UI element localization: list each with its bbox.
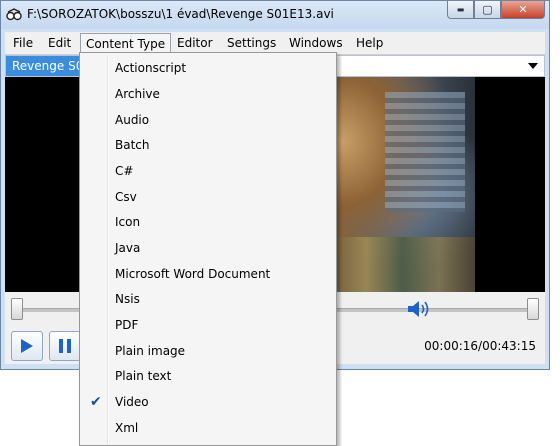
play-icon — [21, 339, 33, 353]
close-button[interactable]: ✕ — [501, 1, 545, 19]
menu-item-label: Actionscript — [115, 61, 187, 75]
menu-item-label: Plain image — [115, 344, 186, 358]
menu-item-label: Nsis — [115, 292, 140, 306]
menu-item-java[interactable]: Java — [82, 237, 334, 261]
minimize-icon: ▬ — [456, 5, 465, 14]
menu-item-plain-text[interactable]: Plain text — [82, 365, 334, 389]
menu-item-nsis[interactable]: Nsis — [82, 288, 334, 312]
minimize-button[interactable]: ▬ — [447, 1, 474, 19]
play-button[interactable] — [11, 331, 43, 361]
menu-content-type[interactable]: Content Type — [80, 33, 172, 53]
pause-button[interactable] — [49, 331, 81, 361]
menu-item-label: Plain text — [115, 369, 172, 383]
shelf-image — [330, 237, 475, 292]
menu-item-label: Java — [115, 241, 141, 255]
menu-settings[interactable]: Settings — [222, 34, 281, 52]
menu-item-label: Archive — [115, 87, 160, 101]
window-blinds-image — [385, 92, 465, 212]
pause-icon — [59, 339, 71, 353]
menu-item-label: Video — [115, 395, 149, 409]
menu-item-icon[interactable]: Icon — [82, 211, 334, 235]
app-icon — [6, 8, 22, 21]
title-bar[interactable]: F:\SOROZATOK\bosszu\1 évad\Revenge S01E1… — [1, 1, 549, 29]
menu-item-xml[interactable]: Xml — [82, 417, 334, 441]
menu-item-plain-image[interactable]: Plain image — [82, 340, 334, 364]
menu-windows[interactable]: Windows — [284, 34, 348, 52]
maximize-button[interactable]: ▢ — [474, 1, 501, 19]
maximize-icon: ▢ — [482, 3, 493, 16]
window-controls: ▬ ▢ ✕ — [447, 1, 545, 23]
menu-item-word-document[interactable]: Microsoft Word Document — [82, 263, 334, 287]
menu-edit[interactable]: Edit — [43, 34, 76, 52]
menu-item-label: Batch — [115, 138, 150, 152]
seek-end-handle[interactable] — [527, 298, 539, 320]
menu-item-archive[interactable]: Archive — [82, 83, 334, 107]
menu-item-pdf[interactable]: PDF — [82, 314, 334, 338]
menu-item-audio[interactable]: Audio — [82, 109, 334, 133]
chevron-down-icon[interactable] — [528, 63, 538, 69]
menu-item-label: PDF — [115, 318, 139, 332]
menu-item-label: Audio — [115, 113, 150, 127]
menu-item-label: Icon — [115, 215, 141, 229]
close-icon: ✕ — [518, 3, 528, 16]
time-readout: 00:00:16/00:43:15 — [424, 339, 536, 353]
menu-item-csv[interactable]: Csv — [82, 186, 334, 210]
menu-item-label: Csv — [115, 190, 137, 204]
menu-item-video[interactable]: ✔ Video — [82, 391, 334, 415]
speaker-icon[interactable] — [407, 300, 433, 318]
content-type-menu: Actionscript Archive Audio Batch C# Csv … — [79, 52, 337, 446]
checkmark-icon: ✔ — [90, 394, 102, 410]
menu-editor[interactable]: Editor — [172, 34, 218, 52]
menu-help[interactable]: Help — [351, 34, 388, 52]
menu-file[interactable]: File — [8, 34, 38, 52]
seek-handle[interactable] — [11, 298, 23, 320]
menu-item-csharp[interactable]: C# — [82, 160, 334, 184]
menu-item-label: C# — [115, 164, 134, 178]
menu-item-label: Microsoft Word Document — [115, 267, 271, 281]
menu-item-batch[interactable]: Batch — [82, 134, 334, 158]
menu-item-actionscript[interactable]: Actionscript — [82, 57, 334, 81]
menu-item-label: Xml — [115, 421, 139, 435]
window-title: F:\SOROZATOK\bosszu\1 évad\Revenge S01E1… — [27, 7, 334, 21]
tab-revenge[interactable]: Revenge S01E13.avi — [6, 56, 84, 76]
